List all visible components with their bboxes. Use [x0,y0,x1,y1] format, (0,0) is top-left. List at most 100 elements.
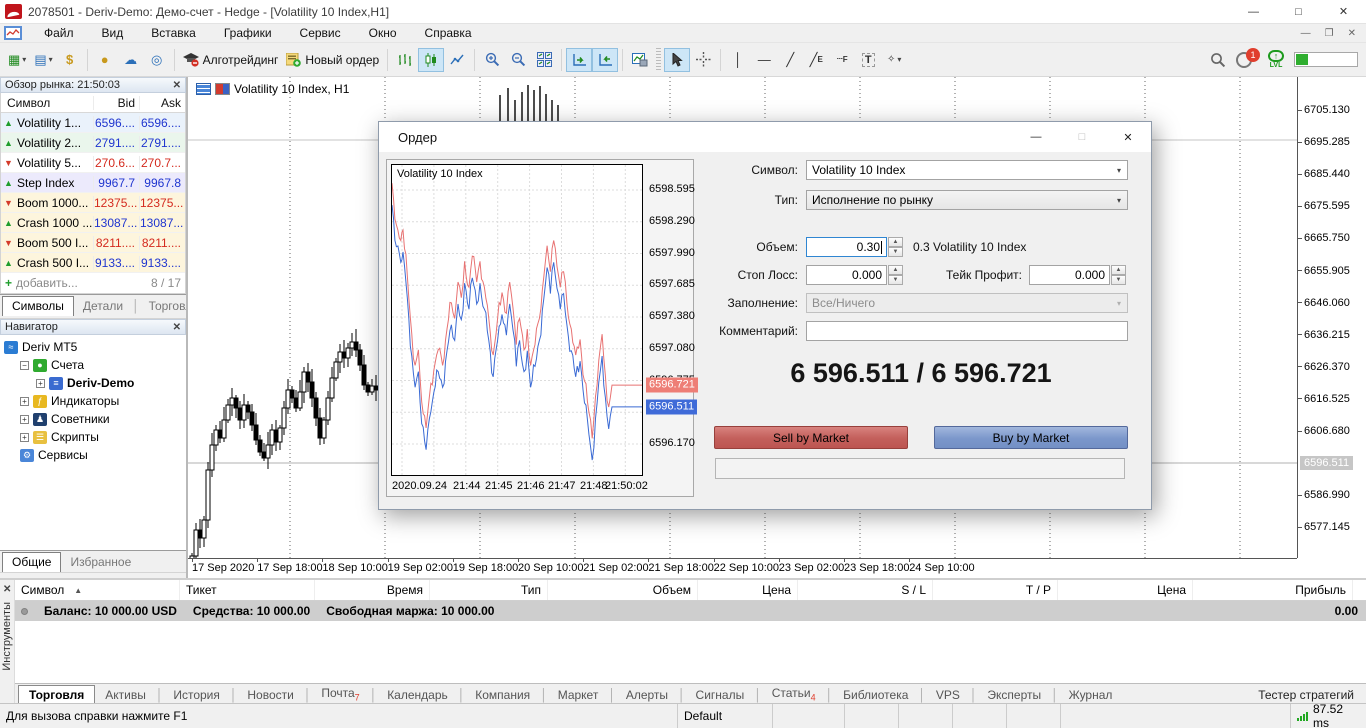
order-dialog-titlebar[interactable]: Ордер — □ ✕ [379,122,1151,152]
navigator-item-Сервисы[interactable]: ⚙Сервисы [0,446,186,464]
column-header-S / L[interactable]: S / L [798,580,933,600]
price-axis[interactable]: 6705.1306695.2856685.4406675.5956665.750… [1297,77,1366,558]
deposit-button[interactable]: ● [92,48,118,72]
menu-Сервис[interactable]: Сервис [286,25,355,41]
chart-profiles-button[interactable]: ▤▾ [30,48,56,72]
navigator-item-Скрипты[interactable]: +☰Скрипты [0,428,186,446]
market-watch-tab-2[interactable]: Детали [74,297,132,316]
auto-scroll-button[interactable] [566,48,592,72]
one-click-trading-icon[interactable] [196,83,211,95]
column-header-Тип[interactable]: Тип [430,580,548,600]
column-header-Символ[interactable]: Символ▲ [15,580,180,600]
shapes-tool-button[interactable]: ✧▾ [881,48,907,72]
dialog-maximize-button[interactable]: □ [1059,122,1105,152]
column-header-Объем[interactable]: Объем [548,580,698,600]
navigator-item-Индикаторы[interactable]: +ƒИндикаторы [0,392,186,410]
navigator-item-Счета[interactable]: −●Счета [0,356,186,374]
status-latency-cell[interactable]: 87.52 ms [1290,704,1366,728]
expand-icon[interactable]: + [20,415,29,424]
order-type-select[interactable]: Исполнение по рынку▾ [806,190,1128,210]
cursor-tool-button[interactable] [664,48,690,72]
market-watch-tab-1[interactable]: Символы [2,296,74,316]
toolbox-tab-Почта[interactable]: Почта7 [311,684,369,705]
column-header-T / P[interactable]: T / P [933,580,1058,600]
toolbox-close-icon[interactable]: ✕ [3,584,11,595]
market-watch-toggle-button[interactable]: $ [57,48,83,72]
minimize-button[interactable]: — [1231,0,1276,23]
menu-Вид[interactable]: Вид [88,25,138,41]
child-minimize-button[interactable]: — [1301,28,1311,39]
column-header-Цена[interactable]: Цена [698,580,798,600]
close-button[interactable]: ✕ [1321,0,1366,23]
market-watch-row[interactable]: ▲Crash 500 I...9133....9133.... [1,253,185,273]
navigator-item-Советники[interactable]: +♟Советники [0,410,186,428]
buy-by-market-button[interactable]: Buy by Market [934,426,1128,449]
collapse-icon[interactable]: − [20,361,29,370]
market-watch-row[interactable]: ▲Crash 1000 ...13087...13087... [1,213,185,233]
collapse-dot-icon[interactable] [21,608,28,615]
column-header-Время[interactable]: Время [315,580,430,600]
line-chart-button[interactable] [444,48,470,72]
toolbox-tab-Торговля[interactable]: Торговля [18,685,95,705]
crosshair-tool-button[interactable] [690,48,716,72]
zoom-out-button[interactable] [505,48,531,72]
navigator-tab-2[interactable]: Избранное [61,553,140,572]
market-watch-row[interactable]: ▼Boom 500 I...8211....8211.... [1,233,185,253]
trend-line-tool-button[interactable]: ╱ [777,48,803,72]
candlestick-chart-button[interactable] [418,48,444,72]
menu-Графики[interactable]: Графики [210,25,286,41]
new-chart-button[interactable]: ▦▾ [4,48,30,72]
notifications-button[interactable]: 1 [1236,50,1258,70]
toolbox-side-tab[interactable]: Инструменты [1,602,13,671]
navigator-item-Deriv-Demo[interactable]: +≡Deriv-Demo [0,374,186,392]
tile-windows-button[interactable] [531,48,557,72]
text-tool-button[interactable]: T [855,48,881,72]
expand-icon[interactable]: + [20,433,29,442]
take-profit-stepper[interactable]: ▲▼ [1111,265,1126,285]
expand-icon[interactable]: + [36,379,45,388]
column-header-Цена[interactable]: Цена [1058,580,1193,600]
volume-stepper[interactable]: ▲▼ [888,237,903,257]
sell-by-market-button[interactable]: Sell by Market [714,426,908,449]
column-header-Прибыль[interactable]: Прибыль [1193,580,1353,600]
stop-loss-stepper[interactable]: ▲▼ [888,265,903,285]
volume-input[interactable]: 0.30 [806,237,887,257]
vertical-line-tool-button[interactable]: │ [725,48,751,72]
fibonacci-tool-button[interactable]: ┄F [829,48,855,72]
menu-Файл[interactable]: Файл [30,25,88,41]
navigator-tab-1[interactable]: Общие [2,552,61,572]
stop-loss-input[interactable]: 0.000 [806,265,887,285]
toolbox-tab-Статьи[interactable]: Статьи4 [762,684,826,705]
menu-Окно[interactable]: Окно [355,25,411,41]
zoom-in-button[interactable] [479,48,505,72]
toolbox-column-headers[interactable]: Символ▲ТикетВремяТипОбъемЦенаS / LT / PЦ… [15,580,1366,601]
expand-icon[interactable]: + [20,397,29,406]
depth-of-market-icon[interactable] [215,83,230,95]
search-icon[interactable] [1210,52,1226,68]
child-close-button[interactable]: ✕ [1348,28,1356,39]
menu-Вставка[interactable]: Вставка [137,25,210,41]
dialog-close-button[interactable]: ✕ [1105,122,1151,152]
status-profile[interactable]: Default [677,704,772,728]
algo-trading-button[interactable]: Алготрейдинг [179,48,283,72]
market-watch-close-icon[interactable]: ✕ [173,80,181,91]
signal-button[interactable]: ◎ [144,48,170,72]
maximize-button[interactable]: □ [1276,0,1321,23]
market-watch-row[interactable]: ▼Boom 1000...12375...12375... [1,193,185,213]
take-profit-input[interactable]: 0.000 [1029,265,1110,285]
bar-chart-button[interactable] [392,48,418,72]
column-header-Тикет[interactable]: Тикет [180,580,315,600]
comment-input[interactable] [806,321,1128,341]
horizontal-line-tool-button[interactable]: ― [751,48,777,72]
market-watch-row[interactable]: ▲Volatility 1...6596....6596.... [1,113,185,133]
navigator-close-icon[interactable]: ✕ [173,322,181,333]
dialog-minimize-button[interactable]: — [1013,122,1059,152]
cloud-button[interactable]: ☁︎ [118,48,144,72]
market-watch-columns[interactable]: Символ Bid Ask [1,93,185,113]
child-restore-button[interactable]: ❐ [1325,28,1334,39]
market-watch-row[interactable]: ▲Step Index9967.79967.8 [1,173,185,193]
channel-tool-button[interactable]: ╱E [803,48,829,72]
navigator-item-Deriv MT5[interactable]: ≈Deriv MT5 [0,338,186,356]
market-watch-row[interactable]: ▼Volatility 5...270.6...270.7... [1,153,185,173]
chart-shift-button[interactable] [592,48,618,72]
